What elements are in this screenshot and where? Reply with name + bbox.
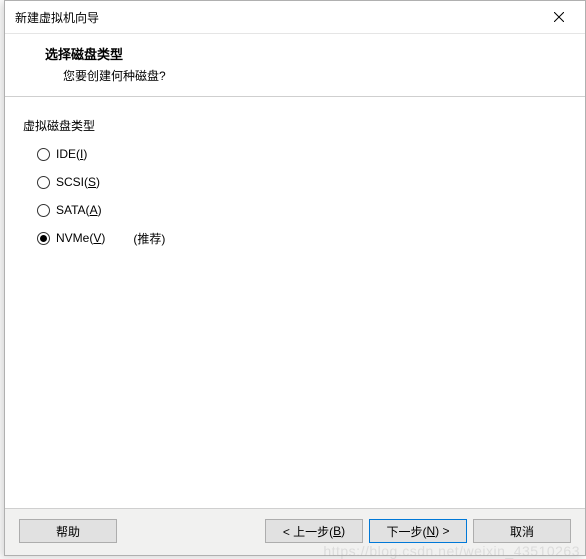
radio-option-sata[interactable]: SATA(A) [37, 196, 567, 224]
window-title: 新建虚拟机向导 [15, 9, 537, 26]
content-area: 虚拟磁盘类型 IDE(I) SCSI(S) SATA(A) [5, 97, 585, 262]
radio-label: SCSI(S) [56, 175, 100, 189]
page-title: 选择磁盘类型 [23, 44, 567, 63]
radio-icon [37, 232, 50, 245]
radio-option-scsi[interactable]: SCSI(S) [37, 168, 567, 196]
recommended-hint: (推荐) [133, 230, 165, 247]
wizard-header: 选择磁盘类型 您要创建何种磁盘? [5, 33, 585, 97]
cancel-button[interactable]: 取消 [473, 519, 571, 543]
radio-label: NVMe(V) [56, 231, 105, 245]
radio-option-nvme[interactable]: NVMe(V) (推荐) [37, 224, 567, 252]
next-button[interactable]: 下一步(N) > [369, 519, 467, 543]
radio-icon [37, 204, 50, 217]
radio-icon [37, 148, 50, 161]
close-button[interactable] [537, 3, 581, 31]
titlebar: 新建虚拟机向导 [5, 1, 585, 33]
radio-icon [37, 176, 50, 189]
radio-label: SATA(A) [56, 203, 102, 217]
help-button[interactable]: 帮助 [19, 519, 117, 543]
wizard-dialog: 新建虚拟机向导 选择磁盘类型 您要创建何种磁盘? 虚拟磁盘类型 IDE(I) S… [4, 0, 586, 556]
disk-type-radio-group: IDE(I) SCSI(S) SATA(A) NVMe(V) [23, 140, 567, 252]
group-label: 虚拟磁盘类型 [23, 117, 567, 134]
page-subtitle: 您要创建何种磁盘? [23, 67, 567, 84]
wizard-footer: 帮助 < 上一步(B) 下一步(N) > 取消 [5, 508, 585, 555]
close-icon [554, 12, 564, 22]
radio-label: IDE(I) [56, 147, 87, 161]
back-button[interactable]: < 上一步(B) [265, 519, 363, 543]
radio-option-ide[interactable]: IDE(I) [37, 140, 567, 168]
